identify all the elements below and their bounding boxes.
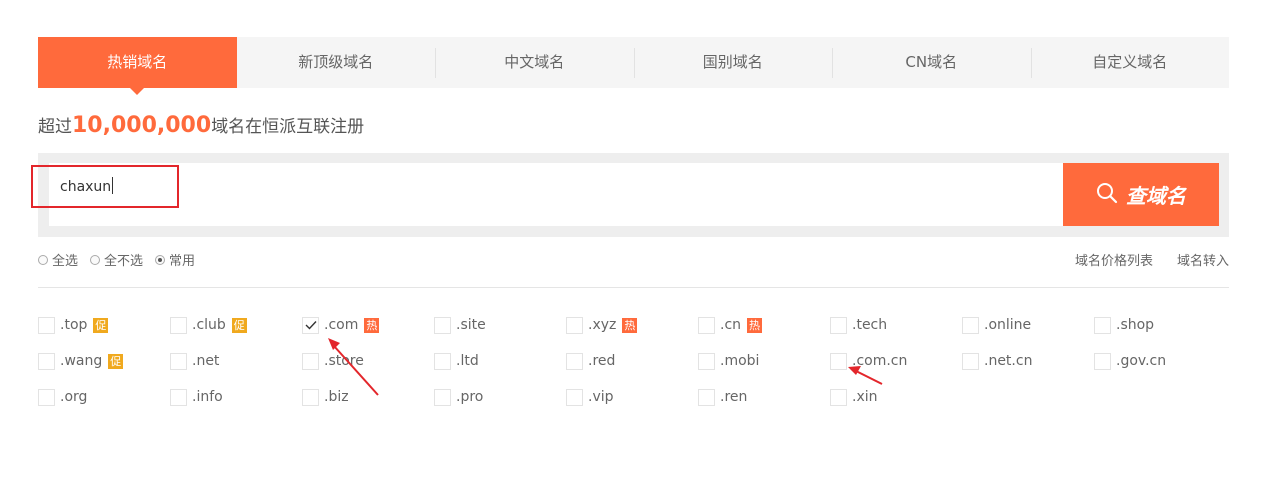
annotation-arrows bbox=[328, 338, 883, 396]
annotation-arrow-comcn bbox=[848, 366, 883, 385]
annotation-arrow-com bbox=[328, 338, 379, 396]
